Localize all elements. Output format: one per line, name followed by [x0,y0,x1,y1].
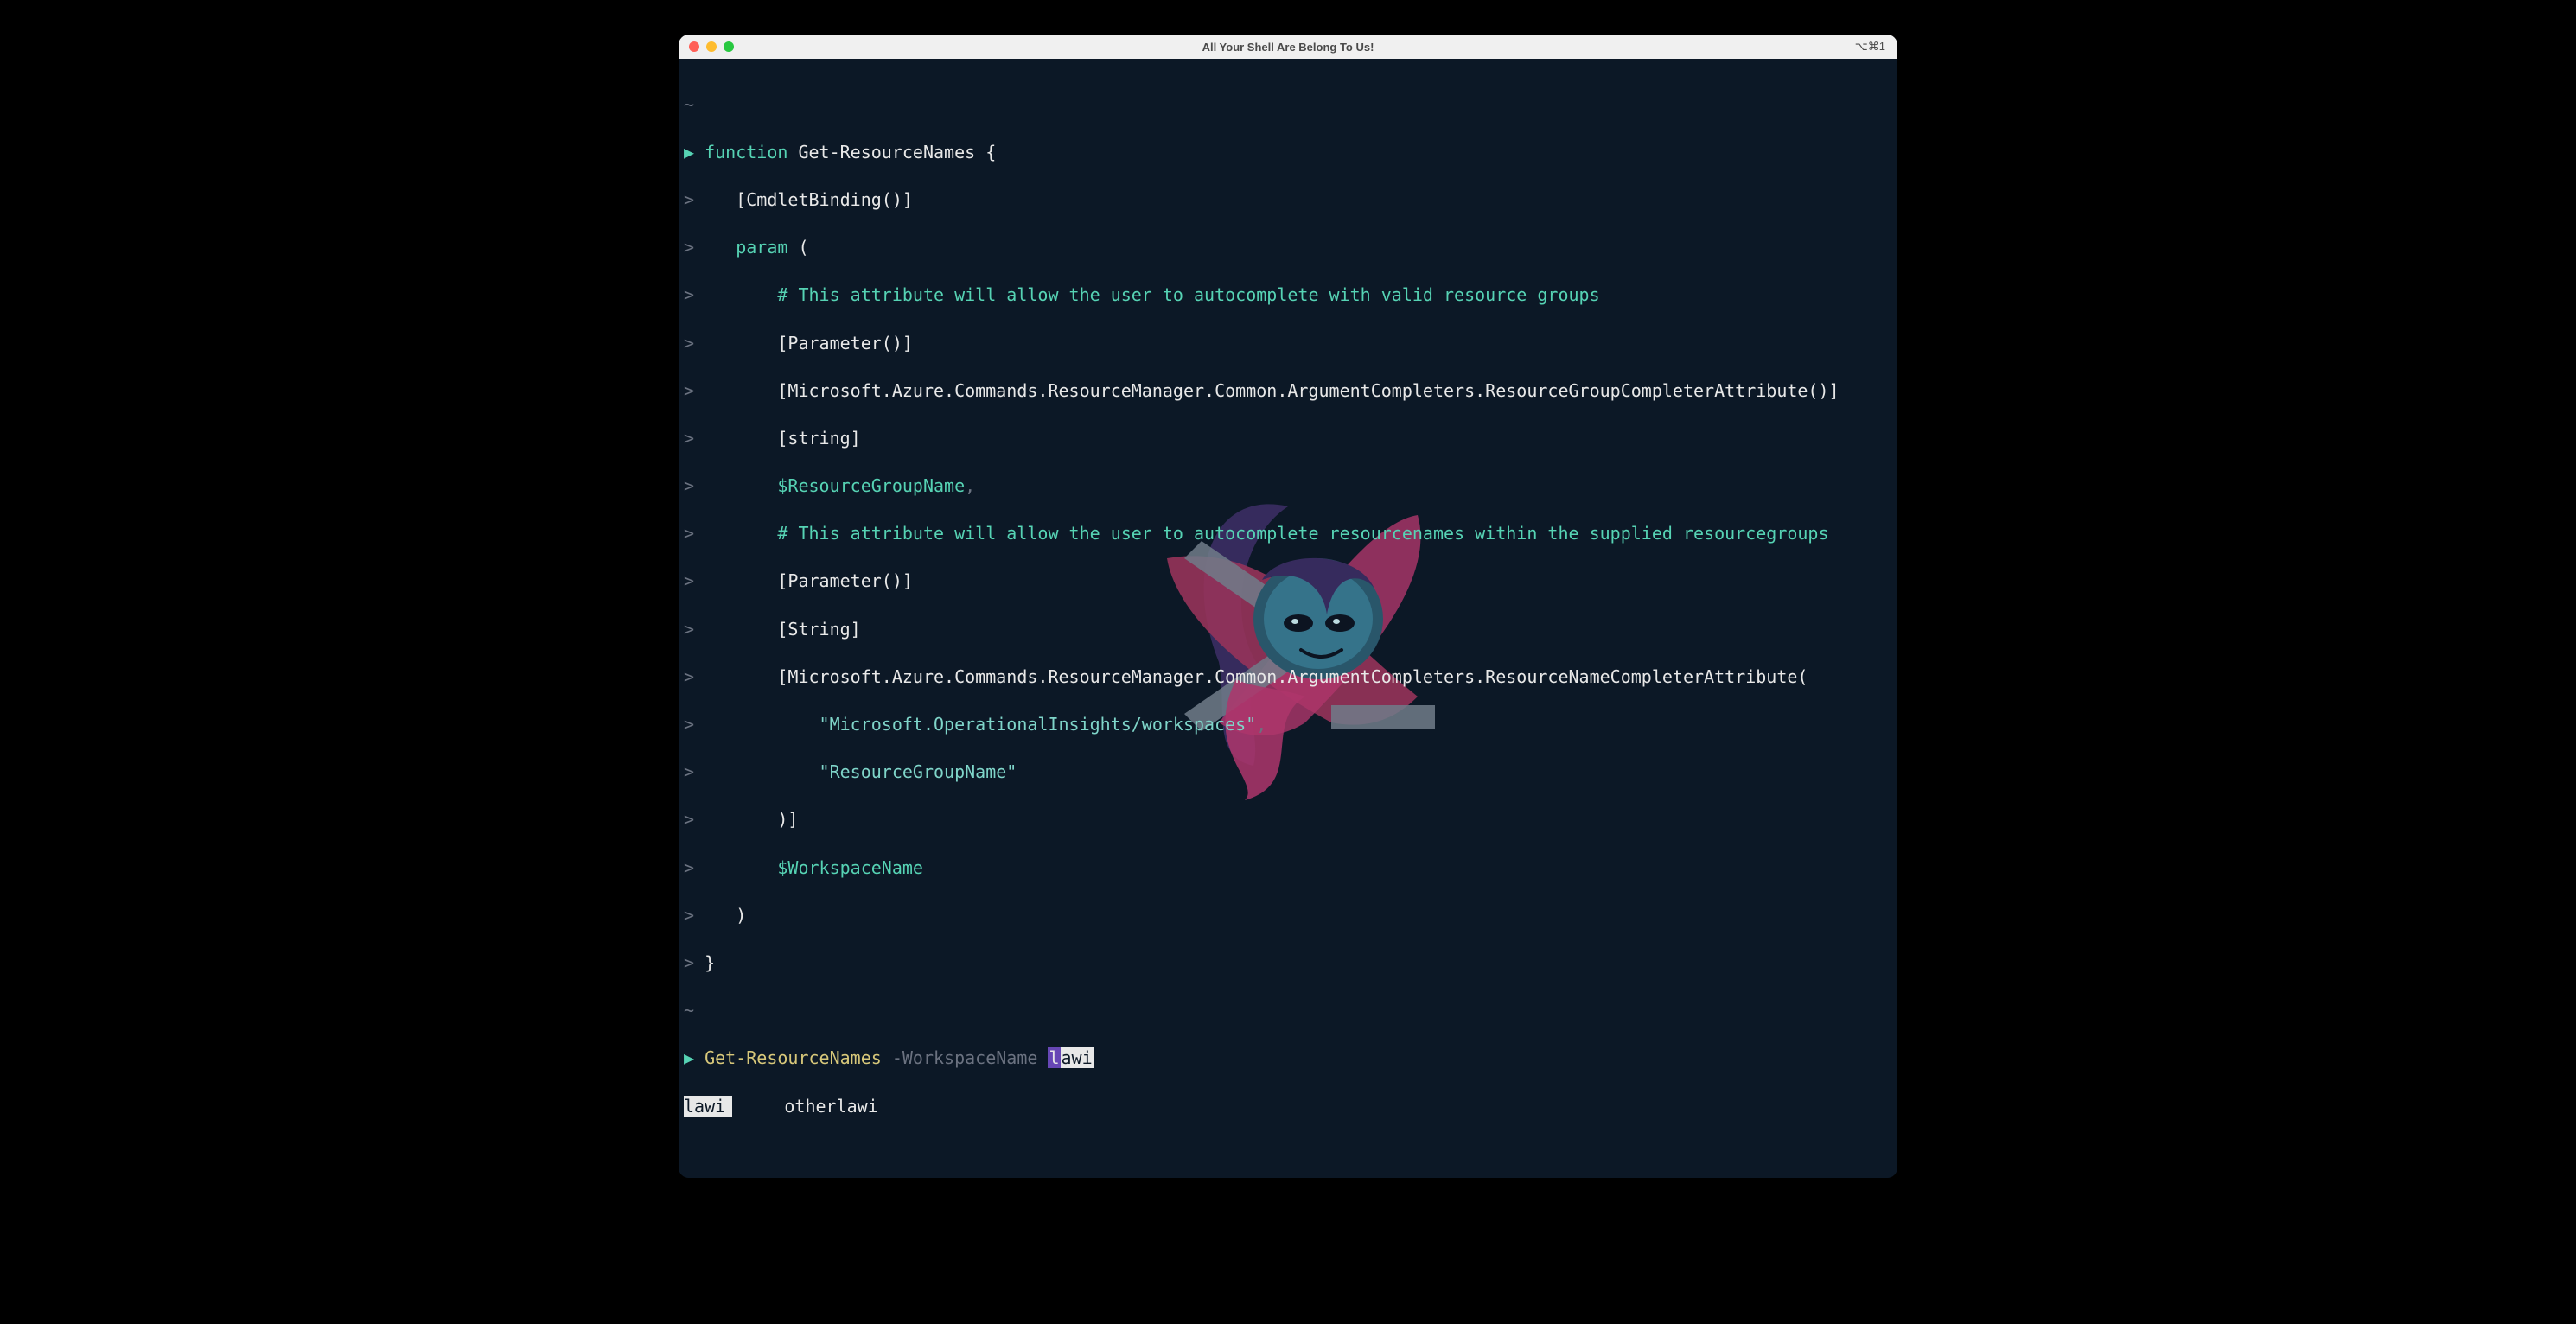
continuation-prompt: > [684,619,694,640]
continuation-prompt: > [684,428,694,449]
maximize-icon[interactable] [724,41,734,52]
comment: # This attribute will allow the user to … [694,284,1600,305]
punct: , [1256,714,1266,735]
traffic-lights [679,41,734,52]
string: "Microsoft.OperationalInsights/workspace… [694,714,1256,735]
brace: { [985,142,996,162]
variable: $ResourceGroupName [694,475,965,496]
code-text: )] [694,809,798,830]
continuation-prompt: > [684,905,694,926]
continuation-prompt: > [684,189,694,210]
brace: } [694,952,715,973]
punct: , [965,475,975,496]
continuation-prompt: > [684,475,694,496]
comment: # This attribute will allow the user to … [694,523,1828,544]
prompt-icon: ▶ [684,142,694,162]
code-text: [string] [694,428,861,449]
continuation-prompt: > [684,237,694,258]
continuation-prompt: > [684,333,694,353]
tilde: ~ [684,94,694,115]
function-name: Get-ResourceNames [787,142,985,162]
close-icon[interactable] [689,41,699,52]
continuation-prompt: > [684,714,694,735]
parameter-name: -WorkspaceName [882,1047,1049,1068]
paren: ) [694,905,746,926]
code-text: [CmdletBinding()] [694,189,913,210]
completion-item[interactable]: otherlawi [784,1096,877,1117]
tilde: ~ [684,1000,694,1021]
input-typed[interactable]: l [1048,1047,1060,1068]
continuation-prompt: > [684,809,694,830]
continuation-prompt: > [684,523,694,544]
code-text: [Microsoft.Azure.Commands.ResourceManage… [694,666,1808,687]
window-title: All Your Shell Are Belong To Us! [679,41,1897,54]
continuation-prompt: > [684,666,694,687]
continuation-prompt: > [684,284,694,305]
continuation-prompt: > [684,570,694,591]
variable: $WorkspaceName [694,857,923,878]
prompt-icon: ▶ [684,1047,694,1068]
terminal-body[interactable]: ~ ▶ function Get-ResourceNames { > [Cmdl… [679,59,1897,1178]
continuation-prompt: > [684,952,694,973]
terminal-window: All Your Shell Are Belong To Us! ⌥⌘1 [679,35,1897,1178]
terminal-content: ~ ▶ function Get-ResourceNames { > [Cmdl… [684,69,1892,1166]
titlebar: All Your Shell Are Belong To Us! ⌥⌘1 [679,35,1897,59]
minimize-icon[interactable] [706,41,717,52]
code-text: [Parameter()] [694,570,913,591]
keyword: function [705,142,787,162]
continuation-prompt: > [684,380,694,401]
string: "ResourceGroupName" [694,761,1017,782]
keyword: param [736,237,787,258]
code-text: [String] [694,619,861,640]
code-text: [Microsoft.Azure.Commands.ResourceManage… [694,380,1840,401]
input-cursor[interactable]: awi [1061,1047,1094,1068]
continuation-prompt: > [684,761,694,782]
continuation-prompt: > [684,857,694,878]
completion-item-selected[interactable]: lawi [684,1096,732,1117]
paren: ( [787,237,808,258]
command-name: Get-ResourceNames [694,1047,882,1068]
code-text: [Parameter()] [694,333,913,353]
completion-gap [732,1096,784,1117]
shortcut-label: ⌥⌘1 [1855,40,1885,54]
